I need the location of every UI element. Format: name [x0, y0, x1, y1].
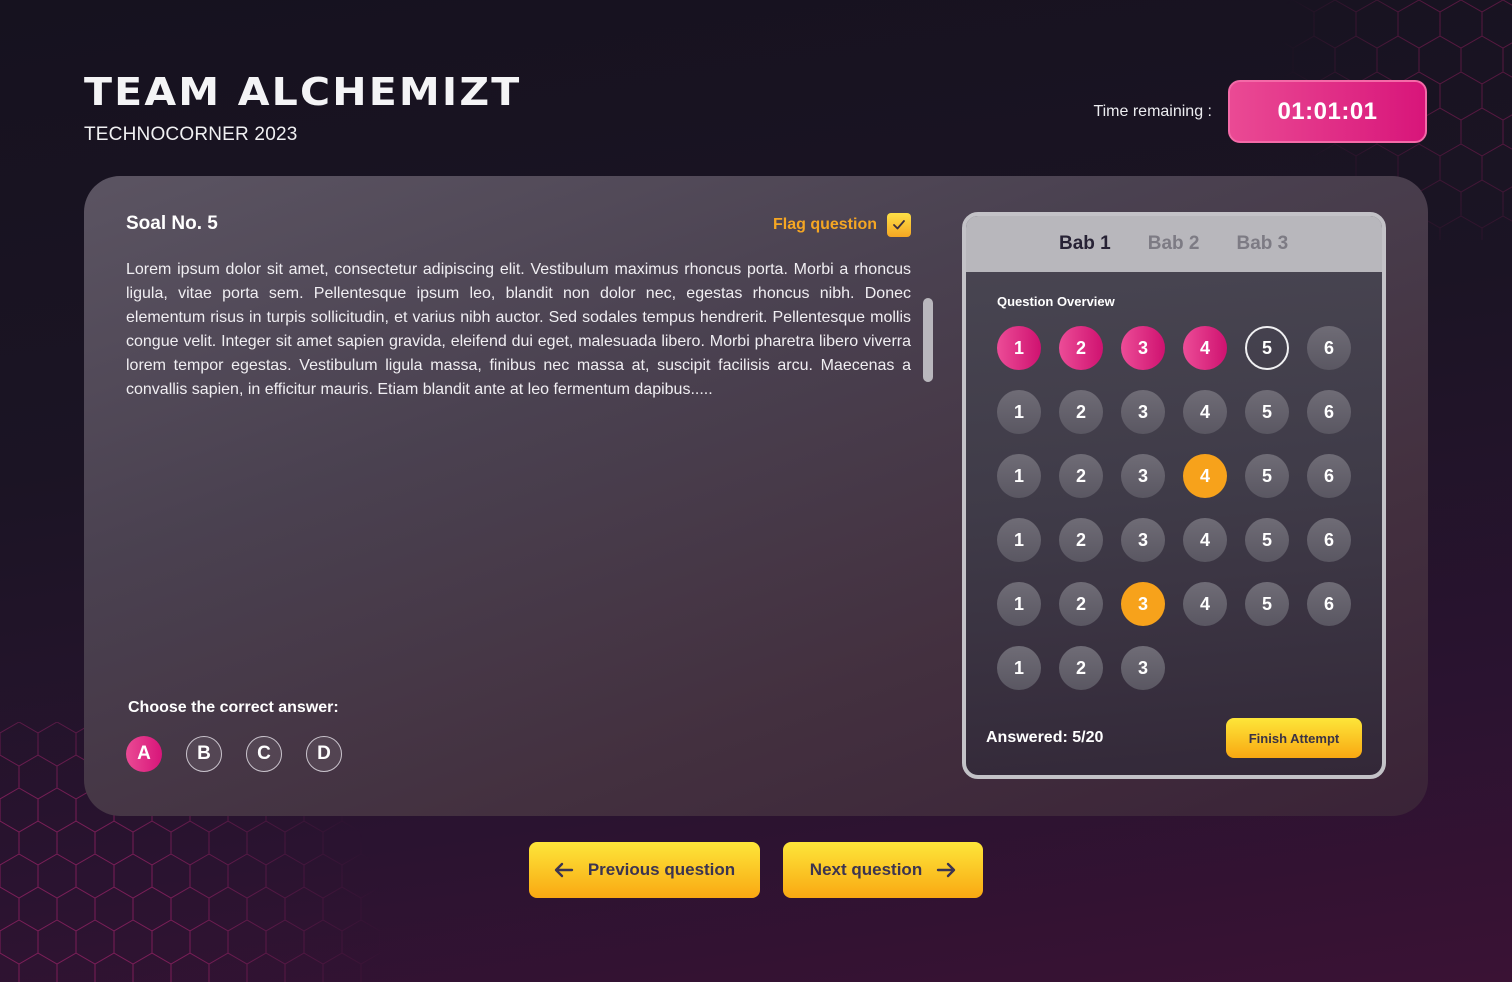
question-number-button[interactable]: 5 — [1245, 390, 1289, 434]
question-number-button[interactable]: 6 — [1307, 582, 1351, 626]
question-number-button[interactable]: 1 — [997, 390, 1041, 434]
question-number-button[interactable]: 4 — [1183, 518, 1227, 562]
question-number-grid: 123456123456123456123456123456123 — [997, 326, 1351, 690]
question-number-button[interactable]: 5 — [1245, 518, 1289, 562]
option-a[interactable]: A — [126, 736, 162, 772]
timer: Time remaining : 01:01:01 — [1093, 80, 1427, 143]
question-number-button[interactable]: 4 — [1183, 390, 1227, 434]
previous-question-button[interactable]: Previous question — [529, 842, 760, 898]
question-title: Soal No. 5 — [126, 213, 218, 234]
tab-bab-1[interactable]: Bab 1 — [1059, 233, 1111, 255]
tab-bab-2[interactable]: Bab 2 — [1148, 233, 1200, 255]
question-number-button[interactable]: 2 — [1059, 646, 1103, 690]
previous-question-label: Previous question — [587, 860, 736, 879]
checkmark-icon — [893, 220, 905, 230]
question-number-button[interactable]: 5 — [1245, 326, 1289, 370]
question-number-button[interactable]: 1 — [997, 646, 1041, 690]
question-number-button[interactable]: 2 — [1059, 454, 1103, 498]
question-number-button[interactable]: 1 — [997, 518, 1041, 562]
question-number-button[interactable]: 3 — [1121, 454, 1165, 498]
brand-subtitle: TECHNOCORNER 2023 — [84, 124, 298, 145]
question-panel: Soal No. 5 Flag question Lorem ipsum dol… — [84, 176, 1428, 816]
brand: TEAM ALCHEMIZT TECHNOCORNER 2023 — [84, 72, 519, 146]
flag-checkbox[interactable] — [887, 213, 911, 237]
option-c[interactable]: C — [246, 736, 282, 772]
overview-footer: Answered: 5/20 Finish Attempt — [986, 718, 1362, 758]
arrow-left-icon — [554, 862, 574, 878]
chapter-tabs: Bab 1 Bab 2 Bab 3 — [966, 216, 1382, 272]
tab-bab-3[interactable]: Bab 3 — [1237, 233, 1289, 255]
question-number-button[interactable]: 6 — [1307, 518, 1351, 562]
arrow-right-icon — [937, 862, 956, 878]
flag-question-toggle[interactable]: Flag question — [773, 213, 911, 237]
question-number-button[interactable]: 4 — [1183, 326, 1227, 370]
question-number-button[interactable]: 4 — [1183, 582, 1227, 626]
next-question-button[interactable]: Next question — [783, 842, 983, 898]
question-number-button[interactable]: 1 — [997, 582, 1041, 626]
question-number-button[interactable]: 6 — [1307, 454, 1351, 498]
question-text: Lorem ipsum dolor sit amet, consectetur … — [126, 261, 911, 398]
question-number-button[interactable]: 2 — [1059, 390, 1103, 434]
question-number-button[interactable]: 3 — [1121, 518, 1165, 562]
question-navigation: Previous question Next question — [529, 842, 983, 898]
question-number-button[interactable]: 3 — [1121, 390, 1165, 434]
answered-count: Answered: 5/20 — [986, 729, 1104, 746]
question-number-button[interactable]: 6 — [1307, 326, 1351, 370]
question-number-button[interactable]: 3 — [1121, 582, 1165, 626]
question-overview-card: Bab 1 Bab 2 Bab 3 Question Overview 1234… — [962, 212, 1386, 779]
finish-attempt-button[interactable]: Finish Attempt — [1226, 718, 1362, 758]
option-b[interactable]: B — [186, 736, 222, 772]
brand-title: TEAM ALCHEMIZT — [84, 70, 522, 114]
overview-title: Question Overview — [997, 294, 1115, 309]
question-number-button[interactable]: 2 — [1059, 582, 1103, 626]
question-number-button[interactable]: 4 — [1183, 454, 1227, 498]
question-number-button[interactable]: 1 — [997, 326, 1041, 370]
answer-prompt: Choose the correct answer: — [128, 699, 339, 716]
question-scrollbar[interactable] — [923, 298, 933, 382]
question-number-button[interactable]: 5 — [1245, 582, 1289, 626]
question-number-button[interactable]: 2 — [1059, 326, 1103, 370]
timer-value: 01:01:01 — [1228, 80, 1427, 143]
question-number-button[interactable]: 6 — [1307, 390, 1351, 434]
question-number-button[interactable]: 3 — [1121, 326, 1165, 370]
flag-question-label: Flag question — [773, 216, 877, 233]
option-d[interactable]: D — [306, 736, 342, 772]
answer-options: A B C D — [126, 736, 342, 772]
question-number-button[interactable]: 3 — [1121, 646, 1165, 690]
question-number-button[interactable]: 1 — [997, 454, 1041, 498]
question-number-button[interactable]: 5 — [1245, 454, 1289, 498]
question-number-button[interactable]: 2 — [1059, 518, 1103, 562]
next-question-label: Next question — [809, 860, 923, 879]
timer-label: Time remaining : — [1093, 102, 1212, 120]
